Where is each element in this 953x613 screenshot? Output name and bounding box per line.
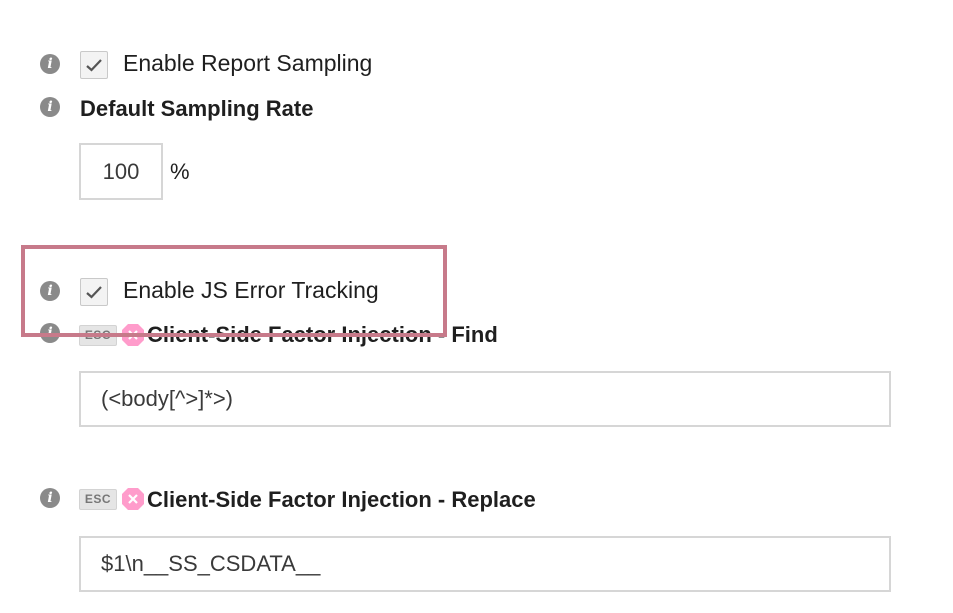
info-icon[interactable]: i [40,323,60,343]
enable-js-error-tracking-label: Enable JS Error Tracking [123,277,379,303]
factor-injection-replace-input[interactable]: $1\n__SS_CSDATA__ [79,536,891,592]
checkmark-icon [86,59,102,72]
enable-report-sampling-checkbox[interactable] [80,51,108,79]
esc-badge[interactable]: ESC [79,489,117,510]
factor-injection-find-label: Client-Side Factor Injection - Find [147,322,498,347]
esc-badge[interactable]: ESC [79,325,117,346]
enable-js-error-tracking-checkbox[interactable] [80,278,108,306]
info-icon[interactable]: i [40,54,60,74]
enable-report-sampling-label: Enable Report Sampling [123,50,373,76]
default-sampling-rate-label: Default Sampling Rate [80,96,314,121]
info-icon[interactable]: i [40,97,60,117]
settings-panel: i Enable Report Sampling i Default Sampl… [0,0,953,613]
regex-icon[interactable] [121,323,145,347]
sampling-rate-unit: % [170,159,190,184]
checkmark-icon [86,286,102,299]
regex-icon[interactable] [121,487,145,511]
factor-injection-replace-label: Client-Side Factor Injection - Replace [147,487,536,512]
factor-injection-find-input[interactable]: (<body[^>]*>) [79,371,891,427]
sampling-rate-input[interactable]: 100 [79,143,163,200]
info-icon[interactable]: i [40,281,60,301]
info-icon[interactable]: i [40,488,60,508]
